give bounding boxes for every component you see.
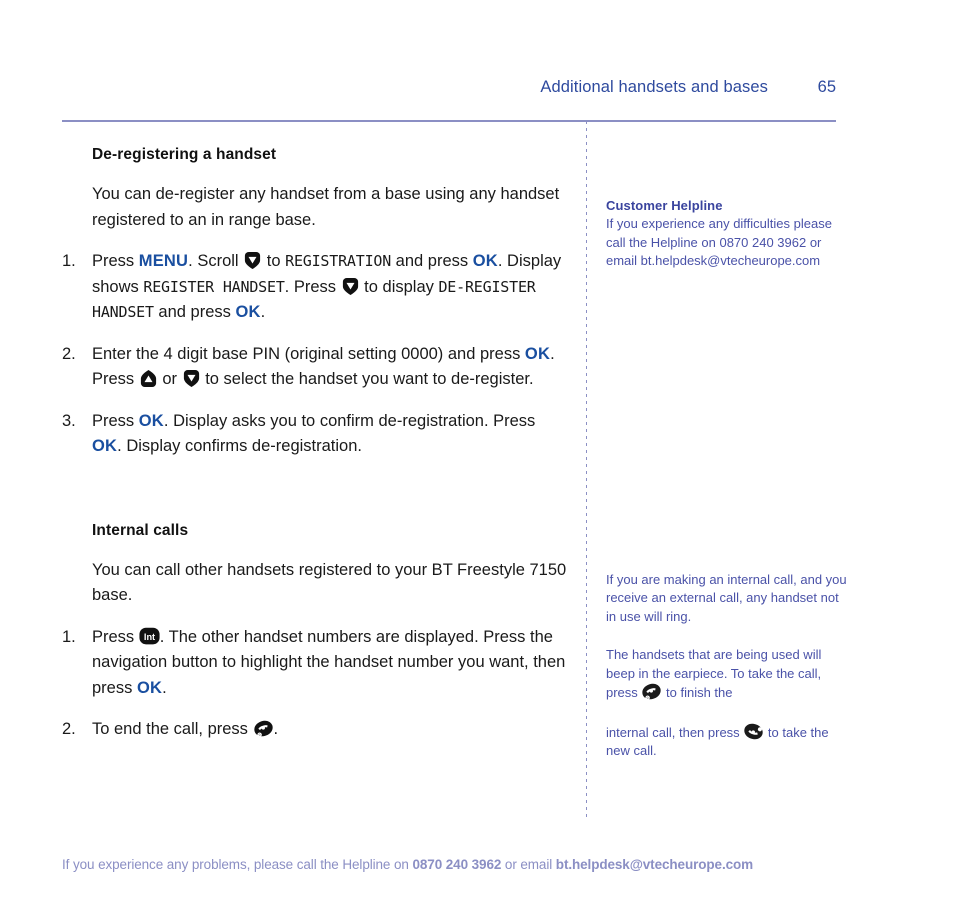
keypad-label: OK <box>524 344 551 363</box>
header-divider <box>62 120 836 122</box>
step-number: 2. <box>62 720 76 738</box>
step-number: 3. <box>62 411 76 430</box>
column-divider <box>586 121 587 821</box>
sidebar-note-internal-external: If you are making an internal call, and … <box>606 571 852 627</box>
keypad-label: OK <box>138 411 164 430</box>
down-arrow-key-icon <box>182 369 201 388</box>
emphasis-text: bt.helpdesk@vtecheurope.com <box>555 857 754 872</box>
customer-helpline-body: If you experience any difficulties pleas… <box>606 216 832 268</box>
sidebar-note-1-text: If you are making an internal call, and … <box>606 571 847 624</box>
step-text: Press OK. Display asks you to confirm de… <box>92 411 536 456</box>
up-arrow-key-icon <box>139 369 158 388</box>
sidebar-note-take-new-call: internal call, then press to take the ne… <box>606 723 852 761</box>
down-arrow-key-icon <box>341 277 360 296</box>
page-header: Additional handsets and bases 65 <box>62 78 836 108</box>
sidebar-notes-column: Customer Helpline If you experience any … <box>606 146 852 781</box>
talk-key-icon <box>743 723 764 740</box>
step-text: To end the call, press 0. <box>92 720 279 738</box>
lcd-display-text: REGISTER HANDSET <box>143 277 285 296</box>
main-content-column: De-registering a handset You can de-regi… <box>62 146 567 759</box>
sidebar-note-3-text: internal call, then press to take the ne… <box>606 723 852 761</box>
int-key-icon: Int <box>139 627 160 645</box>
page-footer: If you experience any problems, please c… <box>62 857 754 872</box>
keypad-label: OK <box>136 678 163 697</box>
end-call-key-icon: 0 <box>641 683 662 700</box>
step-number: 1. <box>62 252 76 270</box>
end-call-key-icon: 0 <box>253 720 274 737</box>
customer-helpline-heading: Customer Helpline <box>606 198 723 213</box>
lcd-display-text: REGISTRATION <box>285 252 392 270</box>
down-arrow-key-icon <box>243 251 262 270</box>
instruction-step: 1. Press MENU. Scroll to REGISTRATION and… <box>62 249 567 326</box>
keypad-label: OK <box>92 437 118 455</box>
page-title: Additional handsets and bases <box>540 78 768 96</box>
section-heading-internal-calls: Internal calls <box>92 521 189 539</box>
keypad-label: OK <box>235 303 261 321</box>
emphasis-text: 0870 240 3962 <box>412 857 502 872</box>
section-heading-de-registering: De-registering a handset <box>92 146 277 163</box>
svg-text:Int: Int <box>144 632 155 642</box>
customer-helpline-note: Customer Helpline If you experience any … <box>606 198 852 271</box>
instruction-step: 2. To end the call, press 0. <box>62 717 567 743</box>
section1-intro-paragraph: You can de-register any handset from a b… <box>92 185 560 229</box>
section1-step-list: 1. Press MENU. Scroll to REGISTRATION and… <box>62 249 567 460</box>
keypad-label: OK <box>472 252 498 270</box>
sidebar-note-beep-in-earpiece: The handsets that are being used will be… <box>606 646 852 703</box>
instruction-step: 1. Press Int. The other handset numbers a… <box>62 625 567 702</box>
section2-step-list: 1. Press Int. The other handset numbers a… <box>62 625 567 743</box>
instruction-step: 3. Press OK. Display asks you to confirm … <box>62 409 567 460</box>
step-number: 2. <box>62 344 76 363</box>
section2-intro-paragraph: You can call other handsets registered t… <box>92 560 567 605</box>
step-text: Press Int. The other handset numbers are… <box>92 627 566 697</box>
step-text: Enter the 4 digit base PIN (original set… <box>92 344 555 389</box>
step-text: Press MENU. Scroll to REGISTRATION and p… <box>92 251 562 321</box>
instruction-step: 2. Enter the 4 digit base PIN (original s… <box>62 342 567 393</box>
step-number: 1. <box>62 627 76 646</box>
page-number: 65 <box>817 78 836 96</box>
keypad-label: MENU <box>138 252 189 270</box>
sidebar-note-2-text: The handsets that are being used will be… <box>606 647 822 700</box>
